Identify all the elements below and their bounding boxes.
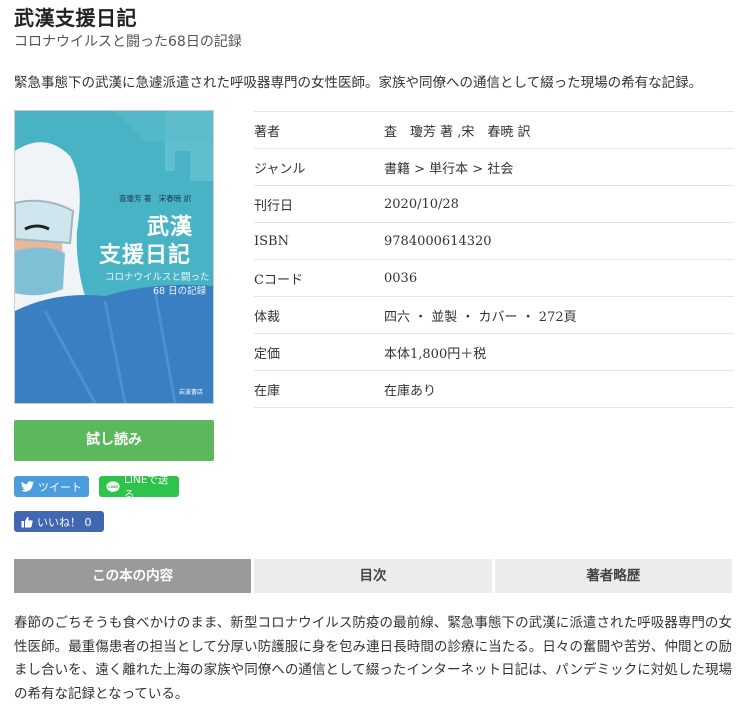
book-description: 春節のごちそうも食べかけのまま、新型コロナウイルス防疫の最前線、緊急事態下の武漢… [14, 615, 732, 702]
cover-authors: 査瓊芳 著 宋春暁 訳 [119, 194, 192, 203]
tweet-label: ツイート [38, 480, 82, 494]
detail-value: 本体1,800円＋税 [384, 346, 487, 362]
tab-table-of-contents[interactable]: 目次 [254, 559, 492, 593]
detail-row-isbn: ISBN 9784000614320 [254, 222, 734, 259]
book-details-table: 著者 査 瓊芳 著 ,宋 春暁 訳 ジャンル 書籍 > 単行本 > 社会 刊行日… [254, 111, 734, 408]
detail-value: 在庫あり [384, 383, 437, 399]
detail-row-stock: 在庫 在庫あり [254, 370, 734, 408]
line-share-button[interactable]: LINE LINEで送る [99, 474, 179, 501]
book-cover-image[interactable]: 査瓊芳 著 宋春暁 訳 武漢 支援日記 コロナウイルスと闘った 68 日の記録 … [14, 110, 214, 404]
twitter-bird-icon [21, 481, 34, 492]
line-chat-icon: LINE [106, 480, 120, 493]
detail-row-author: 著者 査 瓊芳 著 ,宋 春暁 訳 [254, 111, 734, 148]
detail-row-genre: ジャンル 書籍 > 単行本 > 社会 [254, 148, 734, 185]
detail-row-c-code: Cコード 0036 [254, 259, 734, 296]
cover-subtitle-line1: コロナウイルスと闘った [105, 272, 210, 283]
detail-row-price: 定価 本体1,800円＋税 [254, 333, 734, 370]
detail-row-format: 体裁 四六 ・ 並製 ・ カバー ・ 272頁 [254, 296, 734, 333]
detail-value[interactable]: 書籍 > 単行本 > 社会 [384, 158, 513, 177]
detail-label: ジャンル [254, 161, 306, 177]
cover-subtitle-line2: 68 日の記録 [153, 286, 207, 297]
detail-label: 刊行日 [254, 198, 294, 214]
detail-value[interactable]: 査 瓊芳 著 ,宋 春暁 訳 [384, 121, 531, 140]
tab-author-bio[interactable]: 著者略歴 [494, 559, 732, 593]
content-tabs: この本の内容 目次 著者略歴 [14, 559, 732, 593]
tab-book-content[interactable]: この本の内容 [14, 559, 252, 593]
tweet-button[interactable]: ツイート [14, 476, 89, 497]
book-subtitle: コロナウイルスと闘った68日の記録 [14, 34, 242, 50]
detail-label: 体裁 [254, 309, 281, 325]
line-share-label: LINEで送る [123, 473, 169, 501]
detail-label: Cコード [254, 272, 303, 288]
cover-title-line2: 支援日記 [99, 243, 192, 268]
thumbs-up-icon [21, 516, 33, 527]
detail-label: 在庫 [254, 383, 281, 399]
detail-value: 四六 ・ 並製 ・ カバー ・ 272頁 [384, 309, 577, 325]
detail-value: 2020/10/28 [384, 196, 459, 212]
facebook-like-button[interactable]: いいね！ 0 [14, 511, 104, 532]
svg-text:LINE: LINE [108, 484, 118, 489]
book-lead: 緊急事態下の武漢に急遽派遣された呼吸器専門の女性医師。家族や同僚への通信として綴… [14, 75, 703, 91]
book-title: 武漢支援日記 [14, 6, 137, 30]
detail-label: 定価 [254, 346, 281, 362]
trial-read-button[interactable]: 試し読み [14, 420, 214, 461]
detail-value: 9784000614320 [384, 233, 492, 249]
cover-publisher: 岩波書店 [179, 389, 204, 396]
detail-value: 0036 [384, 270, 418, 286]
book-detail-page: 武漢支援日記 コロナウイルスと闘った68日の記録 緊急事態下の武漢に急遽派遣され… [0, 0, 746, 712]
detail-label: ISBN [254, 233, 289, 249]
detail-label: 著者 [254, 124, 281, 140]
like-label: いいね！ 0 [37, 515, 92, 529]
detail-row-release-date: 刊行日 2020/10/28 [254, 185, 734, 222]
